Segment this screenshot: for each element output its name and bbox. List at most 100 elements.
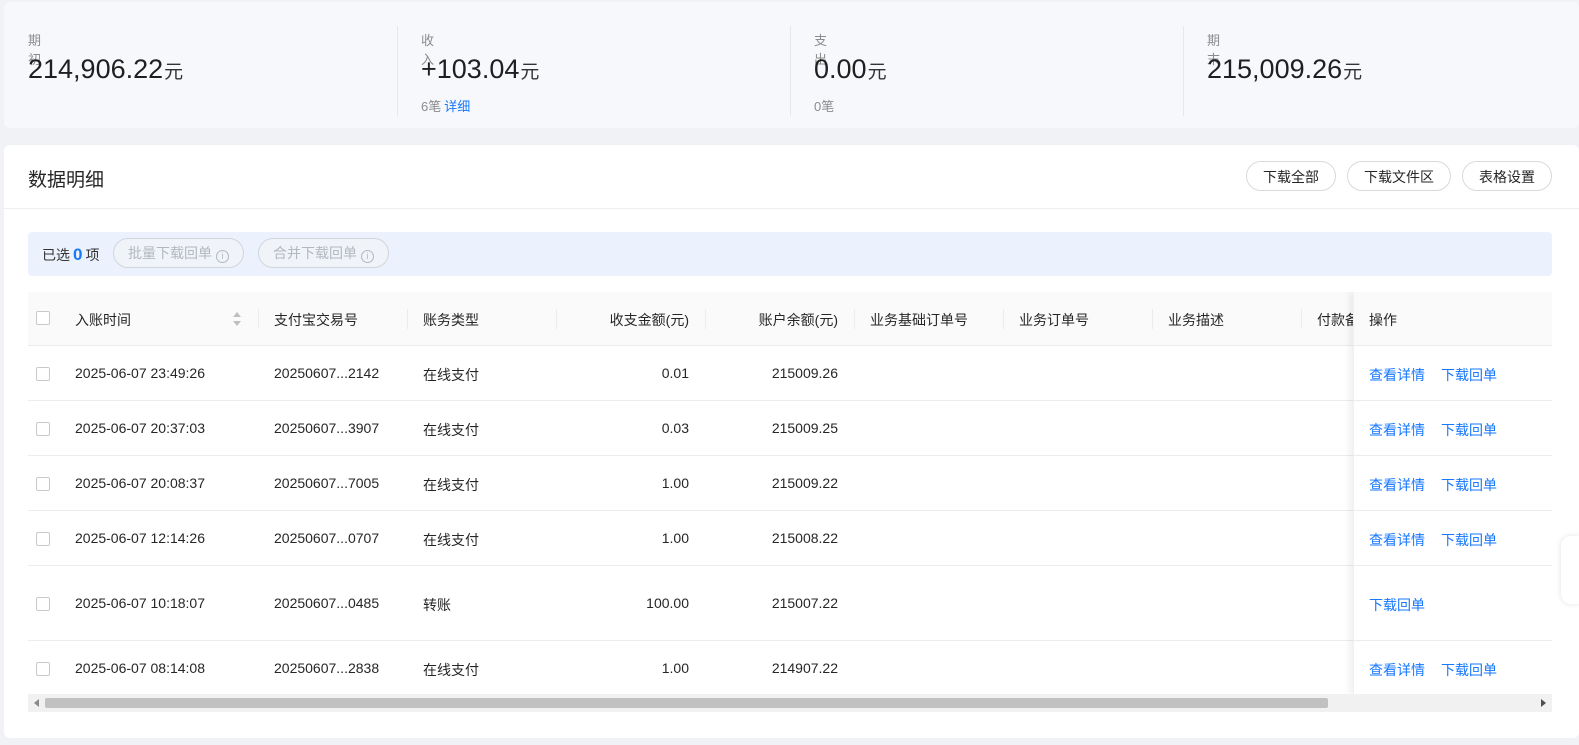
expense-amount: 0.00元 xyxy=(814,54,887,84)
merge-download-button[interactable]: 合并下载回单 i xyxy=(258,238,389,268)
cell-trade-no: 20250607...2838 xyxy=(274,659,380,676)
cell-trade-no: 20250607...0707 xyxy=(274,529,380,546)
cell-time: 2025-06-07 20:08:37 xyxy=(75,474,205,491)
income-detail-link[interactable]: 详细 xyxy=(444,99,470,114)
column-divider xyxy=(854,309,855,329)
cell-time: 2025-06-07 20:37:03 xyxy=(75,419,205,436)
table-header: 入账时间 支付宝交易号 账务类型 收支金额(元) 账户余额(元) 业务基础订单号… xyxy=(28,292,1552,346)
cell-amount: 1.00 xyxy=(661,529,689,546)
cell-type: 在线支付 xyxy=(423,661,479,678)
column-divider xyxy=(1301,309,1302,329)
panel-title: 数据明细 xyxy=(28,170,105,191)
selection-bar: 已选 0 项 批量下载回单 i 合并下载回单 i xyxy=(28,232,1552,276)
ops-cell: 查看详情 下载回单 xyxy=(1354,511,1552,566)
row-checkbox[interactable] xyxy=(36,596,50,611)
col-header-base-order: 业务基础订单号 xyxy=(870,312,968,328)
download-receipt-link[interactable]: 下载回单 xyxy=(1441,420,1497,440)
row-checkbox[interactable] xyxy=(36,366,50,381)
column-divider xyxy=(556,309,557,329)
ops-cell: 下载回单 xyxy=(1354,566,1552,641)
row-checkbox[interactable] xyxy=(36,421,50,436)
table-settings-button[interactable]: 表格设置 xyxy=(1462,161,1552,191)
table-row: 2025-06-07 23:49:26 20250607...2142 在线支付 0.… xyxy=(28,346,1552,401)
cell-balance: 215009.22 xyxy=(771,474,838,491)
row-checkbox[interactable] xyxy=(36,661,50,676)
cell-trade-no: 20250607...2142 xyxy=(274,364,380,381)
download-area-button[interactable]: 下载文件区 xyxy=(1347,161,1451,191)
opening-amount: 214,906.22元 xyxy=(28,54,184,84)
col-header-time[interactable]: 入账时间 xyxy=(75,310,131,330)
cell-balance: 215008.22 xyxy=(771,529,838,546)
batch-download-button[interactable]: 批量下载回单 i xyxy=(113,238,244,268)
cell-balance: 215009.26 xyxy=(771,364,838,381)
cell-trade-no: 20250607...0485 xyxy=(274,594,380,611)
cell-balance: 214907.22 xyxy=(771,659,838,676)
select-all-checkbox[interactable] xyxy=(36,311,50,325)
cell-type: 在线支付 xyxy=(423,366,479,383)
horizontal-scrollbar[interactable] xyxy=(28,694,1552,712)
ops-cell: 查看详情 下载回单 xyxy=(1354,641,1552,694)
cell-amount: 1.00 xyxy=(661,474,689,491)
column-divider xyxy=(1152,309,1153,329)
col-header-trade-no: 支付宝交易号 xyxy=(274,312,358,328)
operations-column: 操作 查看详情 下载回单 查看详情 下载回单 查看详情 下载回单 查看详情 下载回单 下载回单查… xyxy=(1353,292,1552,694)
scrollbar-thumb[interactable] xyxy=(45,698,1328,708)
cell-time: 2025-06-07 10:18:07 xyxy=(75,594,205,611)
view-details-link[interactable]: 查看详情 xyxy=(1369,530,1425,550)
col-header-balance: 账户余额(元) xyxy=(758,312,838,328)
cell-trade-no: 20250607...3907 xyxy=(274,419,380,436)
column-divider xyxy=(258,309,259,329)
side-float-tab[interactable] xyxy=(1561,536,1579,604)
cell-time: 2025-06-07 23:49:26 xyxy=(75,364,205,381)
cell-amount: 0.03 xyxy=(661,419,689,436)
download-all-button[interactable]: 下载全部 xyxy=(1246,161,1336,191)
table-row: 2025-06-07 08:14:08 20250607...2838 在线支付 1.… xyxy=(28,641,1552,694)
summary-divider xyxy=(790,26,791,116)
data-detail-panel: 数据明细 下载全部 下载文件区 表格设置 已选 0 项 批量下载回单 i 合并下载回单… xyxy=(4,145,1579,738)
cell-time: 2025-06-07 08:14:08 xyxy=(75,659,205,676)
scroll-left-icon[interactable] xyxy=(34,699,39,707)
row-checkbox[interactable] xyxy=(36,476,50,491)
cell-amount: 100.00 xyxy=(646,594,689,611)
download-receipt-link[interactable]: 下载回单 xyxy=(1441,365,1497,385)
download-receipt-link[interactable]: 下载回单 xyxy=(1441,475,1497,495)
summary-divider xyxy=(397,26,398,116)
col-header-order: 业务订单号 xyxy=(1019,312,1089,328)
cell-time: 2025-06-07 12:14:26 xyxy=(75,529,205,546)
col-header-amount: 收支金额(元) xyxy=(609,312,689,328)
ops-cell: 查看详情 下载回单 xyxy=(1354,346,1552,401)
cell-trade-no: 20250607...7005 xyxy=(274,474,380,491)
download-receipt-link[interactable]: 下载回单 xyxy=(1441,660,1497,680)
income-count: 6笔 详细 xyxy=(421,99,471,114)
cell-balance: 215007.22 xyxy=(771,594,838,611)
scroll-right-icon[interactable] xyxy=(1541,699,1546,707)
info-icon: i xyxy=(361,250,374,263)
sort-icon[interactable] xyxy=(233,312,241,326)
view-details-link[interactable]: 查看详情 xyxy=(1369,420,1425,440)
download-receipt-link[interactable]: 下载回单 xyxy=(1441,530,1497,550)
expense-count: 0笔 xyxy=(814,99,835,114)
table-row: 2025-06-07 12:14:26 20250607...0707 在线支付 1.… xyxy=(28,511,1552,566)
selection-count: 已选 0 项 xyxy=(42,245,100,264)
cell-type: 在线支付 xyxy=(423,476,479,493)
panel-actions: 下载全部 下载文件区 表格设置 xyxy=(1246,161,1552,191)
column-divider xyxy=(407,309,408,329)
cell-amount: 1.00 xyxy=(661,659,689,676)
ops-header: 操作 xyxy=(1354,292,1552,346)
cell-type: 在线支付 xyxy=(423,531,479,548)
row-checkbox[interactable] xyxy=(36,531,50,546)
info-icon: i xyxy=(216,250,229,263)
table-row: 2025-06-07 20:08:37 20250607...7005 在线支付 1.… xyxy=(28,456,1552,511)
divider xyxy=(4,208,1579,209)
closing-amount: 215,009.26元 xyxy=(1207,54,1363,84)
balance-summary: 期初 214,906.22元 收入 +103.04元 6笔 详细 支出 0.00元… xyxy=(4,2,1579,128)
cell-type: 在线支付 xyxy=(423,421,479,438)
column-divider xyxy=(705,309,706,329)
download-receipt-link[interactable]: 下载回单 xyxy=(1369,595,1425,615)
income-amount: +103.04元 xyxy=(421,54,540,84)
view-details-link[interactable]: 查看详情 xyxy=(1369,365,1425,385)
view-details-link[interactable]: 查看详情 xyxy=(1369,475,1425,495)
cell-balance: 215009.25 xyxy=(771,419,838,436)
view-details-link[interactable]: 查看详情 xyxy=(1369,660,1425,680)
table-row: 2025-06-07 20:37:03 20250607...3907 在线支付 0.… xyxy=(28,401,1552,456)
